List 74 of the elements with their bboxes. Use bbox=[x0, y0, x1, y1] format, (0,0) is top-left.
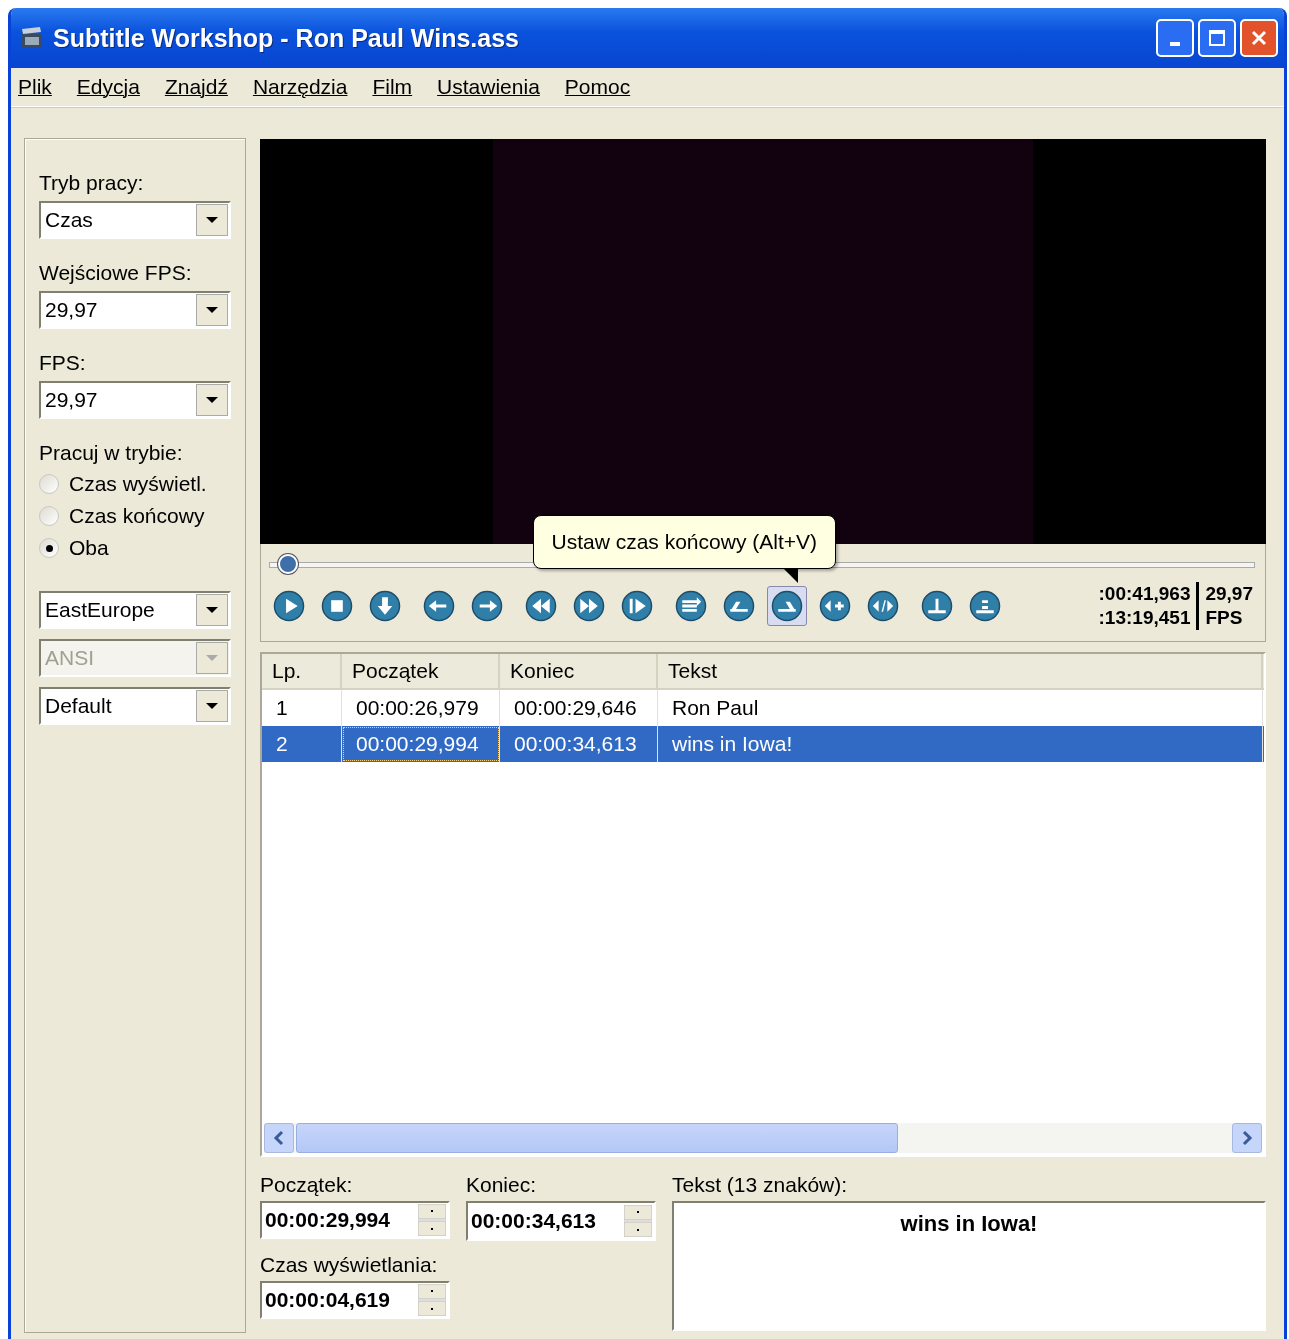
menu-item[interactable]: Film bbox=[372, 75, 423, 99]
number-icon bbox=[969, 590, 1001, 622]
field-label: Tryb pracy: bbox=[39, 171, 145, 195]
column-header[interactable]: Tekst bbox=[658, 654, 1263, 688]
dropdown[interactable]: EastEurope bbox=[39, 591, 231, 629]
time-spin-field[interactable]: 00:00:34,613 bbox=[466, 1201, 656, 1241]
column-header[interactable]: Koniec bbox=[500, 654, 658, 688]
field-label: Wejściowe FPS: bbox=[39, 261, 193, 285]
maximize-icon bbox=[1208, 29, 1226, 47]
minimize-icon bbox=[1170, 42, 1180, 46]
step-forward-icon bbox=[621, 590, 653, 622]
dropdown-arrow-icon bbox=[205, 306, 219, 314]
field-label: Początek: bbox=[260, 1173, 354, 1197]
dropdown[interactable]: 29,97 bbox=[39, 291, 231, 329]
lines-icon bbox=[675, 590, 707, 622]
spin-arrows-icon bbox=[624, 1205, 652, 1237]
dropdown[interactable]: 29,97 bbox=[39, 381, 231, 419]
start-mark-icon bbox=[723, 590, 755, 622]
field-label: Koniec: bbox=[466, 1173, 538, 1197]
fps-label: FPS bbox=[1205, 606, 1244, 630]
radio-option[interactable]: Czas końcowy bbox=[39, 503, 231, 529]
dropdown-arrow-icon bbox=[205, 216, 219, 224]
column-header[interactable]: Początek bbox=[342, 654, 500, 688]
menu-item[interactable]: Narzędzia bbox=[252, 75, 358, 99]
table-cell: 2 bbox=[262, 726, 342, 762]
radio-option[interactable]: Oba bbox=[39, 535, 231, 561]
time-spin-field[interactable]: 00:00:04,619 bbox=[260, 1281, 450, 1319]
tooltip-pointer bbox=[784, 569, 798, 583]
menu-item[interactable]: Pomoc bbox=[564, 75, 641, 99]
fast-forward-icon bbox=[573, 590, 605, 622]
dropdown-arrow-icon bbox=[205, 702, 219, 710]
dropdown-arrow-icon bbox=[205, 606, 219, 614]
film-clapper-icon bbox=[19, 25, 45, 51]
maximize-button[interactable] bbox=[1198, 19, 1236, 57]
dropdown-arrow-icon bbox=[205, 654, 219, 662]
play-icon bbox=[273, 590, 305, 622]
length-time: :13:19,451 bbox=[1098, 606, 1191, 630]
spin-arrows-icon bbox=[418, 1284, 446, 1316]
stop-icon bbox=[321, 590, 353, 622]
minimize-button[interactable] bbox=[1156, 19, 1194, 57]
position-time: :00:41,963 bbox=[1098, 582, 1191, 606]
code-icon bbox=[867, 590, 899, 622]
close-button[interactable] bbox=[1240, 19, 1278, 57]
dropdown[interactable]: Default bbox=[39, 687, 231, 725]
table-cell: wins in Iowa! bbox=[658, 726, 1263, 762]
field-label: Czas wyświetlania: bbox=[260, 1253, 439, 1277]
fps-value: 29,97 bbox=[1205, 582, 1253, 606]
menu-item[interactable]: Znajdź bbox=[164, 75, 238, 99]
window-title: Subtitle Workshop - Ron Paul Wins.ass bbox=[53, 23, 521, 53]
table-cell: 00:00:34,613 bbox=[500, 726, 658, 762]
menu-item[interactable]: Edycja bbox=[76, 75, 150, 99]
table-row[interactable]: 2 00:00:29,994 00:00:34,613 wins in Iowa! bbox=[262, 726, 1264, 762]
scroll-left-icon bbox=[273, 1130, 285, 1146]
time-spin-field[interactable]: 00:00:29,994 bbox=[260, 1201, 450, 1239]
horizontal-scrollbar[interactable] bbox=[264, 1123, 1262, 1153]
field-label: Tekst (13 znaków): bbox=[672, 1173, 849, 1197]
table-cell: 00:00:29,994 bbox=[342, 726, 500, 762]
field-label: Pracuj w trybie: bbox=[39, 441, 184, 465]
subtitle-text-field[interactable]: wins in Iowa! bbox=[672, 1201, 1266, 1331]
dropdown[interactable]: Czas bbox=[39, 201, 231, 239]
dropdown-arrow-icon bbox=[205, 396, 219, 404]
rewind-icon bbox=[525, 590, 557, 622]
close-icon bbox=[1250, 29, 1268, 47]
menu-item[interactable]: Ustawienia bbox=[437, 75, 550, 99]
spin-arrows-icon bbox=[418, 1204, 446, 1236]
plus-icon bbox=[819, 590, 851, 622]
scroll-right-icon bbox=[1241, 1130, 1253, 1146]
radio-option[interactable]: Czas wyświetl. bbox=[39, 471, 231, 497]
field-label: FPS: bbox=[39, 351, 87, 375]
end-mark-icon bbox=[771, 590, 803, 622]
menu-item[interactable]: Plik bbox=[18, 75, 62, 99]
column-header[interactable]: Lp. bbox=[262, 654, 342, 688]
tooltip: Ustaw czas końcowy (Alt+V) bbox=[532, 515, 836, 569]
marker-icon bbox=[921, 590, 953, 622]
